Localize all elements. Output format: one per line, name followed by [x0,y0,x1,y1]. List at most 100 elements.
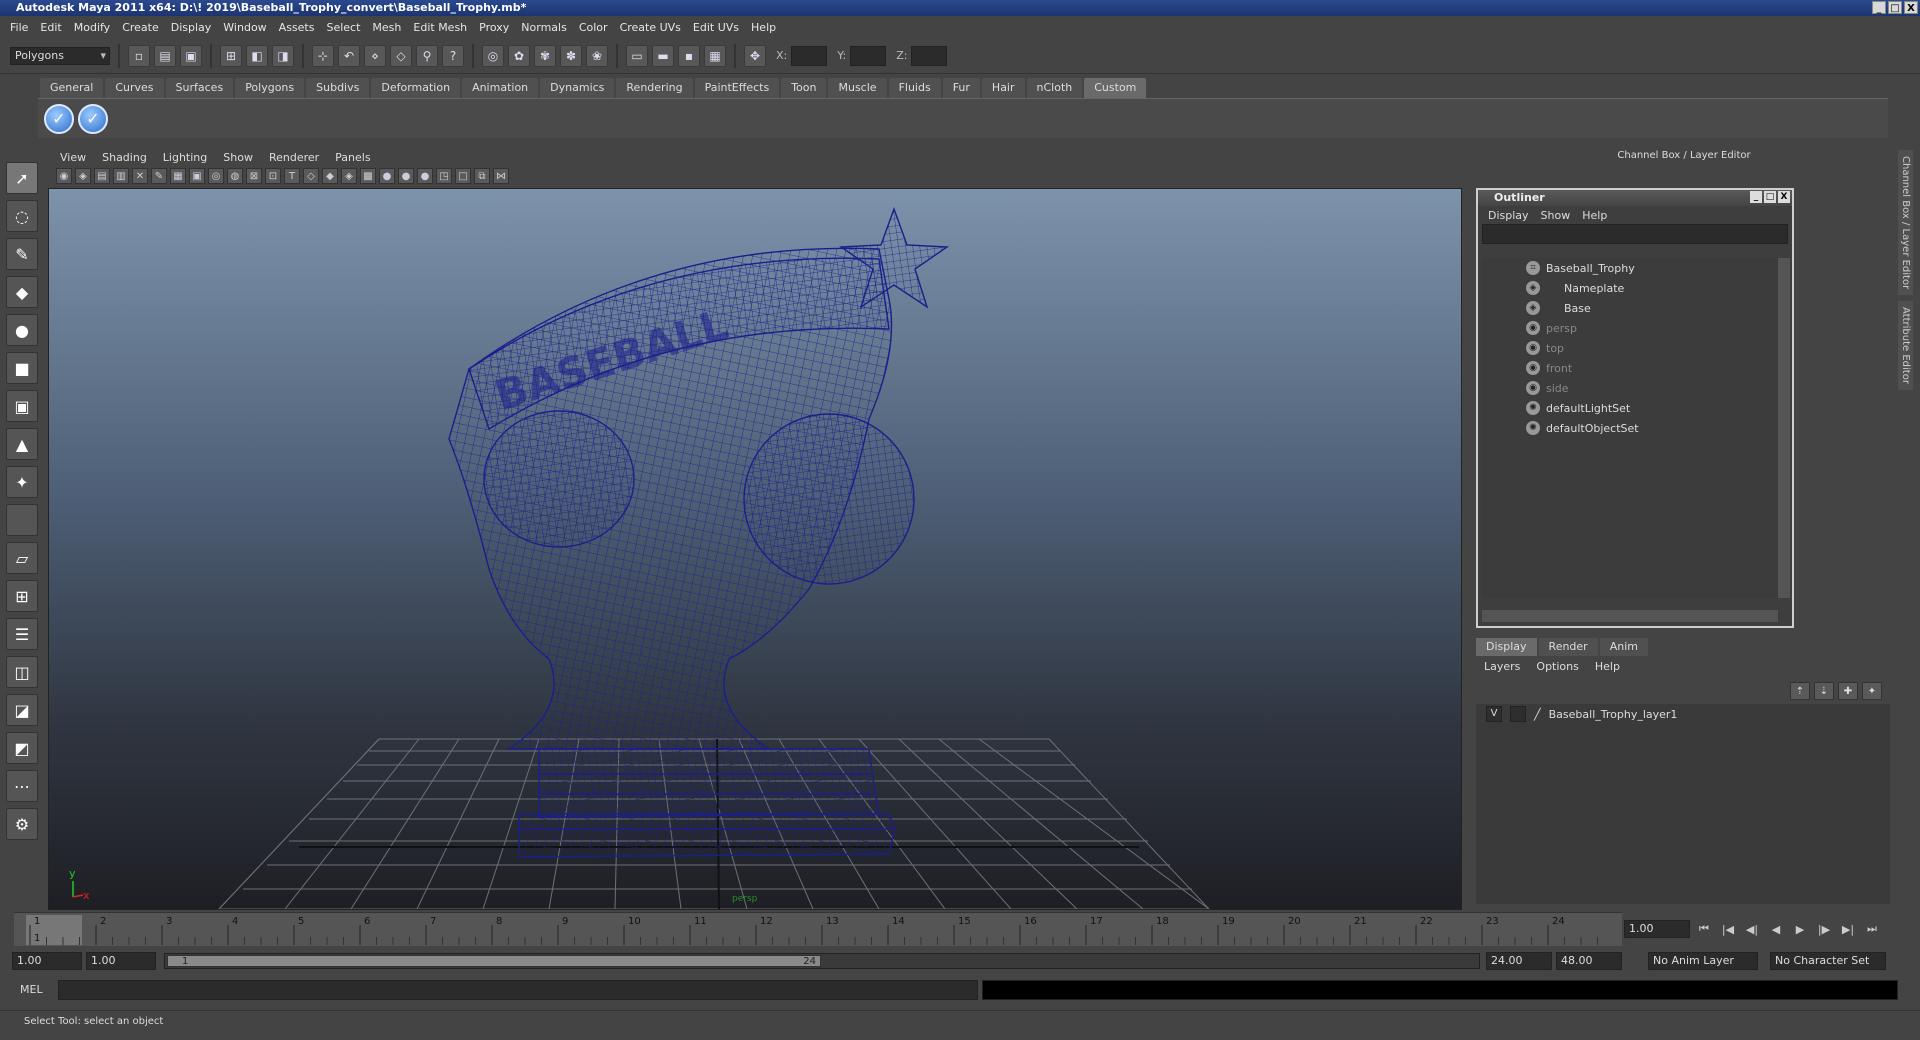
custom-tool-2-icon[interactable]: ✓ [78,103,108,134]
shelf-tab-rendering[interactable]: Rendering [616,78,693,98]
camera-icon[interactable]: ▪ [678,44,700,67]
paint-select-tool-icon[interactable]: ✎ [6,238,38,270]
outliner-item[interactable]: ◈ Base [1482,298,1778,318]
outliner-filter-input[interactable] [1482,224,1788,244]
select-tool-icon[interactable]: ➚ [6,162,38,194]
side-tab-channel-box[interactable]: Channel Box / Layer Editor [1898,150,1913,296]
move-tool-icon[interactable]: ◆ [6,276,38,308]
shelf-tab-animation[interactable]: Animation [462,78,539,98]
outliner-item[interactable]: ✺ defaultLightSet [1482,398,1778,418]
grid-icon[interactable]: ▦ [170,168,186,184]
step-back-frame-icon[interactable]: ◀| [1742,920,1762,938]
shelf-tab-muscle[interactable]: Muscle [828,78,887,98]
outliner-item[interactable]: ◉ side [1482,378,1778,398]
z-field[interactable] [911,45,948,66]
panel-menu-renderer[interactable]: Renderer [261,151,327,164]
panel-menu-show[interactable]: Show [215,151,261,164]
anim-layer-dropdown[interactable]: No Anim Layer [1648,952,1758,970]
menu-help[interactable]: Help [745,21,782,34]
go-to-start-icon[interactable]: ⏮ [1694,920,1714,938]
shelf-tab-fur[interactable]: Fur [942,78,980,98]
shelf-tab-toon[interactable]: Toon [781,78,827,98]
hypergraph-layout-icon[interactable]: ◪ [6,694,38,726]
resolution-gate-icon[interactable]: ◎ [208,168,224,184]
perspective-viewport[interactable]: BASEBALL y x persp [48,188,1462,910]
safe-action-icon[interactable]: ⊡ [265,168,281,184]
xray-components-icon[interactable]: ⋈ [493,168,509,184]
graph-layout-icon[interactable]: ◫ [6,656,38,688]
wireframe-icon[interactable]: ◇ [303,168,319,184]
select-camera-icon[interactable]: ◉ [56,168,72,184]
xray-joints-icon[interactable]: ⧉ [474,168,490,184]
move-tool-icon[interactable]: ✥ [744,44,766,67]
layer-tab-render[interactable]: Render [1538,638,1598,656]
outliner-menu-display[interactable]: Display [1482,209,1535,222]
isolate-select-icon[interactable]: ◳ [436,168,452,184]
menu-window[interactable]: Window [217,21,272,34]
soft-mod-tool-icon[interactable]: ▲ [6,428,38,460]
new-layer-from-selection-icon[interactable]: ✦ [1862,682,1882,700]
smooth-shade-icon[interactable]: ◆ [322,168,338,184]
move-layer-down-icon[interactable]: ⇣ [1814,682,1834,700]
menu-normals[interactable]: Normals [515,21,573,34]
xray-icon[interactable]: □ [455,168,471,184]
grease-pencil-icon[interactable]: ✎ [151,168,167,184]
menu-assets[interactable]: Assets [273,21,321,34]
shelf-tab-curves[interactable]: Curves [105,78,164,98]
safe-title-icon[interactable]: T [284,168,300,184]
select-object-icon[interactable]: ◧ [246,44,268,67]
step-forward-frame-icon[interactable]: |▶ [1814,920,1834,938]
outliner-horizontal-scrollbar[interactable] [1482,610,1778,622]
y-field[interactable] [850,45,887,66]
render-icon[interactable]: ✿ [508,44,530,67]
outliner-item[interactable]: ◉ top [1482,338,1778,358]
menu-edit-mesh[interactable]: Edit Mesh [407,21,473,34]
close-button[interactable]: X [1904,1,1918,14]
textured-icon[interactable]: ▩ [360,168,376,184]
film-gate-icon[interactable]: ▣ [189,168,205,184]
play-backward-icon[interactable]: ◀ [1766,920,1786,938]
shelf-tab-custom[interactable]: Custom [1084,78,1147,98]
outliner-item[interactable]: ⌗ Baseball_Trophy [1482,258,1778,278]
new-layer-icon[interactable]: ✚ [1838,682,1858,700]
minimize-button[interactable]: _ [1872,1,1886,14]
start-time-field[interactable]: 1.00 [12,952,82,970]
current-time-field[interactable]: 1.00 [1624,920,1690,938]
side-tab-attribute-editor[interactable]: Attribute Editor [1898,301,1913,391]
menu-color[interactable]: Color [573,21,614,34]
menu-proxy[interactable]: Proxy [473,21,515,34]
range-slider-handle[interactable]: 1 24 [167,955,821,967]
maximize-button[interactable]: □ [1888,1,1902,14]
menu-select[interactable]: Select [320,21,366,34]
mel-label[interactable]: MEL [20,983,43,996]
character-set-dropdown[interactable]: No Character Set [1770,952,1886,970]
outliner-menu-help[interactable]: Help [1576,209,1613,222]
playback-end-field[interactable]: 24.00 [1486,952,1552,970]
layer-tab-display[interactable]: Display [1476,638,1537,656]
new-scene-icon[interactable]: ▫ [128,44,150,67]
shelf-tab-subdivs[interactable]: Subdivs [306,78,370,98]
step-forward-key-icon[interactable]: ▶| [1838,920,1858,938]
shadows-icon[interactable]: ● [398,168,414,184]
panel-menu-panels[interactable]: Panels [327,151,378,164]
field-chart-icon[interactable]: ⊠ [246,168,262,184]
snap-plane-icon[interactable]: ◇ [390,44,412,67]
toggle-panel-icon[interactable]: ▬ [652,44,674,67]
menu-edit-uvs[interactable]: Edit UVs [687,21,745,34]
panel-menu-shading[interactable]: Shading [94,151,155,164]
shelf-tab-general[interactable]: General [40,78,104,98]
extra-layout-icon[interactable]: ◩ [6,732,38,764]
render-settings-icon[interactable]: ✽ [560,44,582,67]
four-pane-layout-icon[interactable]: ⊞ [6,580,38,612]
playback-start-field[interactable]: 1.00 [86,952,156,970]
layer-type-toggle[interactable] [1510,706,1526,722]
shelf-tab-polygons[interactable]: Polygons [235,78,305,98]
menu-modify[interactable]: Modify [68,21,116,34]
wireframe-on-shaded-icon[interactable]: ◈ [341,168,357,184]
outliner-minimize-button[interactable]: _ [1750,191,1762,203]
menu-mesh[interactable]: Mesh [366,21,407,34]
play-forward-icon[interactable]: ▶ [1790,920,1810,938]
go-to-end-icon[interactable]: ⏭ [1862,920,1882,938]
outliner-item[interactable]: ✺ defaultObjectSet [1482,418,1778,438]
end-time-field[interactable]: 48.00 [1556,952,1622,970]
